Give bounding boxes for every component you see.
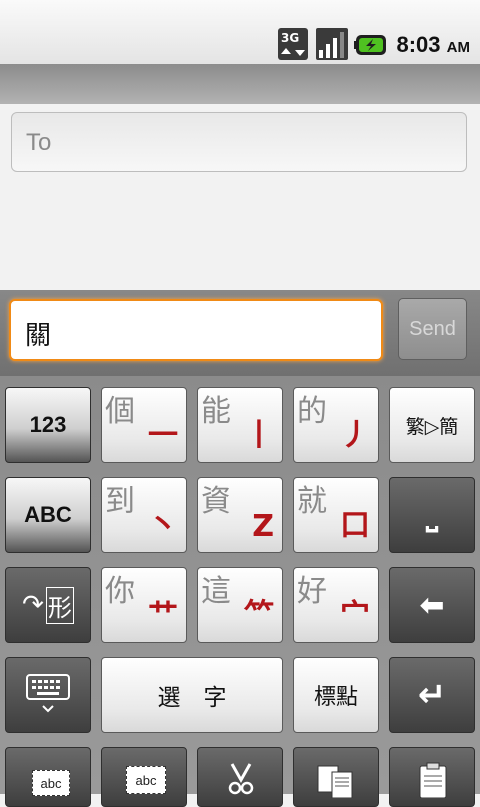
message-text: 關 xyxy=(25,321,52,351)
text-cursor-icon: abc xyxy=(126,766,166,794)
arrow-curve-icon: ↷ xyxy=(22,590,44,620)
key-hide-keyboard[interactable] xyxy=(5,657,91,733)
key-char: 到 xyxy=(105,484,135,519)
key-punctuation[interactable]: 標點 xyxy=(293,657,379,733)
enter-icon: ↵ xyxy=(417,675,447,715)
to-field[interactable]: To xyxy=(11,112,467,172)
select-abc-label: abc xyxy=(40,775,62,791)
key-stroke-vertical[interactable]: 能 丨 xyxy=(197,387,283,463)
cursor-abc-label: abc xyxy=(135,772,157,788)
text-select-icon: abc xyxy=(32,770,70,796)
punctuation-label: 標點 xyxy=(313,685,358,710)
key-stroke-horizontal[interactable]: 個 一 xyxy=(101,387,187,463)
key-stroke-roof[interactable]: 好 宀 xyxy=(293,567,379,643)
space-icon: ⎵ xyxy=(426,497,438,533)
key-stroke-turning[interactable]: 資 Z xyxy=(197,477,283,553)
key-stroke: 一 xyxy=(148,418,178,453)
signal-strength-icon xyxy=(316,28,348,64)
key-stroke-dot[interactable]: 到 丶 xyxy=(101,477,187,553)
key-stroke: ⺮ xyxy=(244,598,274,633)
title-bar xyxy=(0,64,480,104)
message-input[interactable]: 關 xyxy=(9,299,383,361)
key-stroke-mouth[interactable]: 就 口 xyxy=(293,477,379,553)
copy-icon xyxy=(316,764,356,802)
key-123-label: 123 xyxy=(29,412,67,437)
shape-switch-content: ↷ 形 xyxy=(6,568,90,642)
key-char: 就 xyxy=(297,484,327,519)
clipboard-icon xyxy=(418,762,448,802)
keyboard-hide-icon xyxy=(6,658,90,732)
key-stroke: 丿 xyxy=(340,418,370,453)
key-char: 資 xyxy=(201,484,231,519)
key-stroke: 口 xyxy=(340,508,370,543)
key-stroke-bamboo[interactable]: 這 ⺮ xyxy=(197,567,283,643)
clock-ampm: AM xyxy=(446,39,470,56)
delete-icon: ⬅ xyxy=(419,587,445,623)
key-char: 的 xyxy=(297,394,327,429)
key-shape-switch[interactable]: ↷ 形 xyxy=(5,567,91,643)
key-char: 個 xyxy=(105,394,135,429)
to-placeholder: To xyxy=(26,129,52,156)
select-char-label: 選 字 xyxy=(157,685,227,711)
key-stroke-grass[interactable]: 你 艹 xyxy=(101,567,187,643)
key-stroke: Z xyxy=(252,509,274,544)
send-label: Send xyxy=(409,317,456,340)
key-delete[interactable]: ⬅ xyxy=(389,567,475,643)
key-char: 能 xyxy=(201,394,231,429)
status-bar: 3G 8:03 AM xyxy=(0,0,480,64)
key-stroke: 艹 xyxy=(148,598,178,633)
key-cut[interactable] xyxy=(197,747,283,807)
key-stroke: 丨 xyxy=(244,418,274,453)
key-stroke-falling[interactable]: 的 丿 xyxy=(293,387,379,463)
key-paste[interactable] xyxy=(389,747,475,807)
key-space[interactable]: ⎵ xyxy=(389,477,475,553)
key-select-char[interactable]: 選 字 xyxy=(101,657,283,733)
key-stroke: 丶 xyxy=(148,508,178,543)
key-char: 你 xyxy=(105,574,135,609)
key-cursor[interactable]: abc xyxy=(101,747,187,807)
key-char: 好 xyxy=(297,574,327,609)
clock: 8:03 AM xyxy=(397,32,471,58)
key-select-all[interactable]: abc xyxy=(5,747,91,807)
key-traditional-simplified[interactable]: 繁▷簡 xyxy=(389,387,475,463)
clock-time: 8:03 xyxy=(396,32,441,57)
scissors-icon xyxy=(226,762,256,800)
network-label: 3G xyxy=(281,31,299,45)
shape-label: 形 xyxy=(45,586,74,624)
key-copy[interactable] xyxy=(293,747,379,807)
key-abc[interactable]: ABC xyxy=(5,477,91,553)
key-123[interactable]: 123 xyxy=(5,387,91,463)
network-3g-icon: 3G xyxy=(278,28,310,66)
send-button[interactable]: Send xyxy=(398,298,467,360)
key-enter[interactable]: ↵ xyxy=(389,657,475,733)
key-stroke: 宀 xyxy=(340,598,370,633)
key-abc-label: ABC xyxy=(24,502,72,527)
battery-charging-icon xyxy=(354,34,388,60)
key-char: 這 xyxy=(201,574,231,609)
convert-label: 繁▷簡 xyxy=(405,415,459,438)
